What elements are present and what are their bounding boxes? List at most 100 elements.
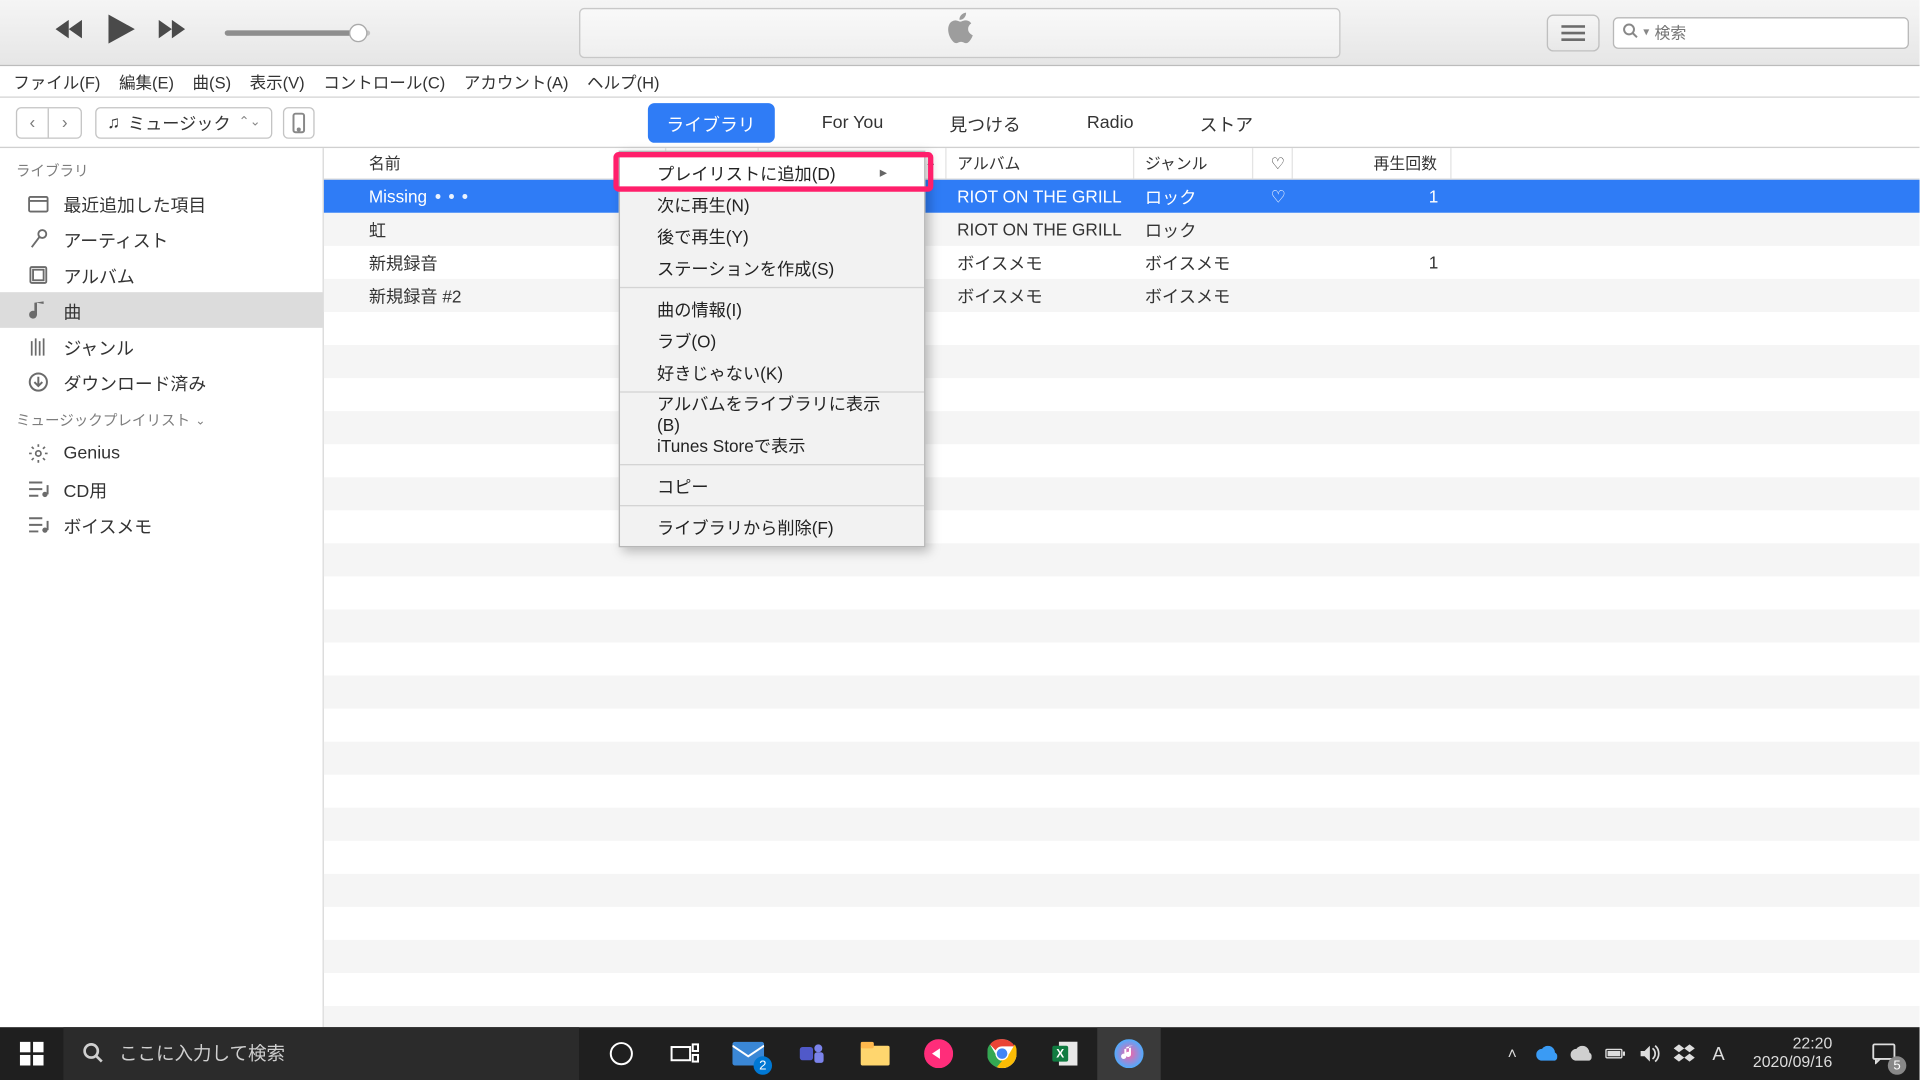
col-header-name[interactable]: 名前 <box>324 148 666 178</box>
sidebar-item-label: ダウンロード済み <box>63 368 206 394</box>
cm-song-info[interactable]: 曲の情報(I) <box>620 292 924 324</box>
tray-ime-icon[interactable]: A <box>1708 1043 1729 1064</box>
sidebar-playlist-genius[interactable]: Genius <box>0 435 323 471</box>
sidebar-playlists-title[interactable]: ミュージックプレイリスト ⌄ <box>0 399 323 435</box>
device-button[interactable] <box>283 106 315 138</box>
media-source-select[interactable]: ♫ ミュージック ⌃⌄ <box>95 106 272 138</box>
empty-row <box>324 841 1920 874</box>
start-button[interactable] <box>0 1027 63 1080</box>
sidebar-playlist-voicememo[interactable]: ボイスメモ <box>0 506 323 542</box>
tray-onedrive-icon[interactable] <box>1536 1043 1557 1064</box>
sidebar: ライブラリ 最近追加した項目 アーティスト アルバム <box>0 148 324 1027</box>
empty-row <box>324 576 1920 609</box>
empty-row <box>324 642 1920 675</box>
taskbar-search[interactable]: ここに入力して検索 <box>63 1027 579 1080</box>
search-box[interactable]: ▾ <box>1613 17 1909 49</box>
search-dropdown-icon[interactable]: ▾ <box>1643 25 1649 40</box>
tb-app-pink-icon[interactable] <box>907 1027 970 1080</box>
song-list: 名前 時間 アーティスト ˄ アルバム ジャンル ♡ 再生回数 Missing•… <box>324 148 1920 1027</box>
table-row[interactable]: 新規録音 #2ボイスメモボイスメモ <box>324 279 1920 312</box>
tb-itunes-icon[interactable] <box>1097 1027 1160 1080</box>
chevron-right-icon: ▸ <box>880 163 887 180</box>
volume-slider[interactable] <box>225 30 370 35</box>
chevron-updown-icon: ⌃⌄ <box>239 115 261 130</box>
menu-help[interactable]: ヘルプ(H) <box>587 69 660 94</box>
sidebar-item-label: 最近追加した項目 <box>63 190 206 216</box>
next-track-button[interactable] <box>159 20 188 45</box>
tb-cortana-icon[interactable] <box>590 1027 653 1080</box>
col-header-love[interactable]: ♡ <box>1253 148 1293 178</box>
cm-love[interactable]: ラブ(O) <box>620 324 924 356</box>
prev-track-button[interactable] <box>56 20 85 45</box>
empty-row <box>324 543 1920 576</box>
sidebar-item-label: 曲 <box>63 297 81 323</box>
sidebar-item-genres[interactable]: ジャンル <box>0 328 323 364</box>
cm-create-station[interactable]: ステーションを作成(S) <box>620 251 924 283</box>
tb-chrome-icon[interactable] <box>970 1027 1033 1080</box>
table-row[interactable]: 新規録音ボイスメモボイスメモ1 <box>324 246 1920 279</box>
menu-controls[interactable]: コントロール(C) <box>323 69 445 94</box>
menu-file[interactable]: ファイル(F) <box>13 69 100 94</box>
sort-asc-icon: ˄ <box>927 156 935 171</box>
system-tray: ˄ A 22:20 2020/09/16 <box>1494 1027 1920 1080</box>
tab-radio[interactable]: Radio <box>1068 106 1152 139</box>
clock-icon <box>26 192 50 213</box>
menu-account[interactable]: アカウント(A) <box>464 69 569 94</box>
menu-view[interactable]: 表示(V) <box>250 69 305 94</box>
search-input[interactable] <box>1655 23 1900 42</box>
empty-row <box>324 312 1920 345</box>
tab-browse[interactable]: 見つける <box>931 102 1039 142</box>
chevron-down-icon: ⌄ <box>195 413 205 428</box>
col-header-album[interactable]: アルバム <box>947 148 1135 178</box>
sidebar-item-artists[interactable]: アーティスト <box>0 221 323 257</box>
tb-explorer-icon[interactable] <box>843 1027 906 1080</box>
sidebar-library-title: ライブラリ <box>0 156 323 185</box>
cm-add-to-playlist[interactable]: プレイリストに追加(D) ▸ <box>620 156 924 188</box>
tray-dropbox-icon[interactable] <box>1674 1043 1695 1064</box>
tray-battery-icon[interactable] <box>1605 1043 1626 1064</box>
tb-taskview-icon[interactable] <box>653 1027 716 1080</box>
sidebar-item-albums[interactable]: アルバム <box>0 256 323 292</box>
sidebar-item-label: アーティスト <box>63 225 168 251</box>
menu-bar: ファイル(F) 編集(E) 曲(S) 表示(V) コントロール(C) アカウント… <box>0 66 1920 98</box>
play-button[interactable] <box>108 15 134 51</box>
cm-show-in-library[interactable]: アルバムをライブラリに表示(B) <box>620 397 924 429</box>
table-row[interactable]: Missing• • •RIOT ON THE GRILLロック♡1 <box>324 180 1920 213</box>
cm-copy[interactable]: コピー <box>620 469 924 501</box>
empty-row <box>324 609 1920 642</box>
empty-row <box>324 874 1920 907</box>
sidebar-item-recent[interactable]: 最近追加した項目 <box>0 185 323 221</box>
download-icon <box>26 371 50 392</box>
sidebar-playlist-cd[interactable]: CD用 <box>0 471 323 507</box>
guitar-icon <box>26 335 50 356</box>
tb-teams-icon[interactable] <box>780 1027 843 1080</box>
tray-clock[interactable]: 22:20 2020/09/16 <box>1742 1035 1843 1071</box>
tray-notifications[interactable]: 5 <box>1856 1027 1912 1080</box>
tray-cloud-icon[interactable] <box>1570 1043 1591 1064</box>
section-tabs: ライブラリ For You 見つける Radio ストア <box>648 102 1272 142</box>
menu-song[interactable]: 曲(S) <box>193 69 232 94</box>
table-row[interactable]: 虹RIOT ON THE GRILLロック <box>324 213 1920 246</box>
nav-back-button[interactable]: ‹ <box>17 108 49 137</box>
sidebar-item-downloaded[interactable]: ダウンロード済み <box>0 364 323 400</box>
tb-mail-icon[interactable]: 2 <box>717 1027 780 1080</box>
cm-play-later[interactable]: 後で再生(Y) <box>620 219 924 251</box>
nav-forward-button[interactable]: › <box>49 108 81 137</box>
col-header-genre[interactable]: ジャンル <box>1134 148 1253 178</box>
tab-store[interactable]: ストア <box>1181 102 1272 142</box>
col-header-plays[interactable]: 再生回数 <box>1293 148 1452 178</box>
cm-dislike[interactable]: 好きじゃない(K) <box>620 356 924 388</box>
now-playing-display <box>579 7 1340 57</box>
sidebar-item-songs[interactable]: 曲 <box>0 292 323 328</box>
menu-edit[interactable]: 編集(E) <box>119 69 174 94</box>
up-next-button[interactable] <box>1547 14 1600 51</box>
tab-library[interactable]: ライブラリ <box>648 102 774 142</box>
cm-delete[interactable]: ライブラリから削除(F) <box>620 510 924 542</box>
cm-play-next[interactable]: 次に再生(N) <box>620 188 924 220</box>
empty-row <box>324 775 1920 808</box>
tray-chevron-icon[interactable]: ˄ <box>1502 1043 1523 1064</box>
tab-for-you[interactable]: For You <box>803 106 902 139</box>
taskbar-search-placeholder: ここに入力して検索 <box>119 1040 285 1066</box>
tray-volume-icon[interactable] <box>1639 1043 1660 1064</box>
tb-excel-icon[interactable]: X <box>1034 1027 1097 1080</box>
